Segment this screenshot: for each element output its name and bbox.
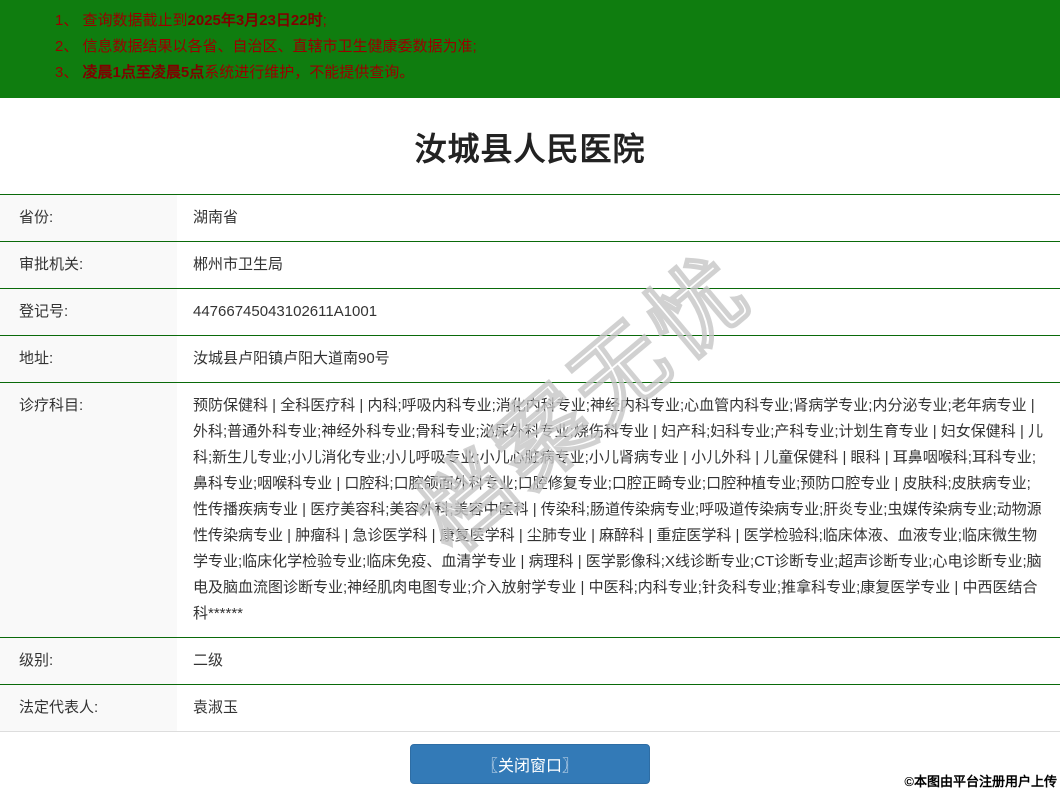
table-row-legal-representative: 法定代表人: 袁淑玉	[0, 685, 1060, 732]
notice-1-bold: 2025年3月23日22时	[188, 12, 323, 29]
row-value: 44766745043102611A1001	[177, 289, 1060, 335]
table-row-level: 级别: 二级	[0, 638, 1060, 685]
row-value: 汝城县卢阳镇卢阳大道南90号	[177, 336, 1060, 382]
row-value: 二级	[177, 638, 1060, 684]
notice-line-1: 1、 查询数据截止到2025年3月23日22时;	[55, 8, 1040, 34]
table-row-province: 省份: 湖南省	[0, 195, 1060, 242]
notice-1-text: 1、 查询数据截止到	[55, 12, 188, 29]
hospital-info-table: 省份: 湖南省 审批机关: 郴州市卫生局 登记号: 44766745043102…	[0, 194, 1060, 732]
notice-1-suffix: ;	[323, 12, 327, 29]
notice-line-3: 3、 凌晨1点至凌晨5点系统进行维护，不能提供查询。	[55, 60, 1040, 86]
row-label: 审批机关:	[0, 242, 177, 288]
row-label: 级别:	[0, 638, 177, 684]
row-value: 湖南省	[177, 195, 1060, 241]
notice-banner: 1、 查询数据截止到2025年3月23日22时; 2、 信息数据结果以各省、自治…	[0, 0, 1060, 98]
table-row-medical-departments: 诊疗科目: 预防保健科 | 全科医疗科 | 内科;呼吸内科专业;消化内科专业;神…	[0, 383, 1060, 638]
row-label: 登记号:	[0, 289, 177, 335]
page-title: 汝城县人民医院	[0, 124, 1060, 170]
table-row-approval-authority: 审批机关: 郴州市卫生局	[0, 242, 1060, 289]
notice-line-2: 2、 信息数据结果以各省、自治区、直辖市卫生健康委数据为准;	[55, 34, 1040, 60]
row-value: 袁淑玉	[177, 685, 1060, 731]
upload-credit: ©本图由平台注册用户上传	[904, 771, 1057, 790]
notice-3-bold: 凌晨1点至凌晨5点	[83, 64, 205, 81]
notice-3-text: 3、	[55, 64, 83, 81]
row-value: 预防保健科 | 全科医疗科 | 内科;呼吸内科专业;消化内科专业;神经内科专业;…	[177, 383, 1060, 637]
table-row-registration-number: 登记号: 44766745043102611A1001	[0, 289, 1060, 336]
row-label: 省份:	[0, 195, 177, 241]
notice-3-suffix: 系统进行维护，不能提供查询。	[204, 64, 414, 81]
row-label: 法定代表人:	[0, 685, 177, 731]
row-label: 地址:	[0, 336, 177, 382]
table-row-address: 地址: 汝城县卢阳镇卢阳大道南90号	[0, 336, 1060, 383]
row-label: 诊疗科目:	[0, 383, 177, 637]
row-value: 郴州市卫生局	[177, 242, 1060, 288]
button-row: 〖关闭窗口〗	[0, 744, 1060, 784]
close-window-button[interactable]: 〖关闭窗口〗	[410, 744, 650, 784]
notice-2-text: 2、 信息数据结果以各省、自治区、直辖市卫生健康委数据为准;	[55, 38, 477, 55]
